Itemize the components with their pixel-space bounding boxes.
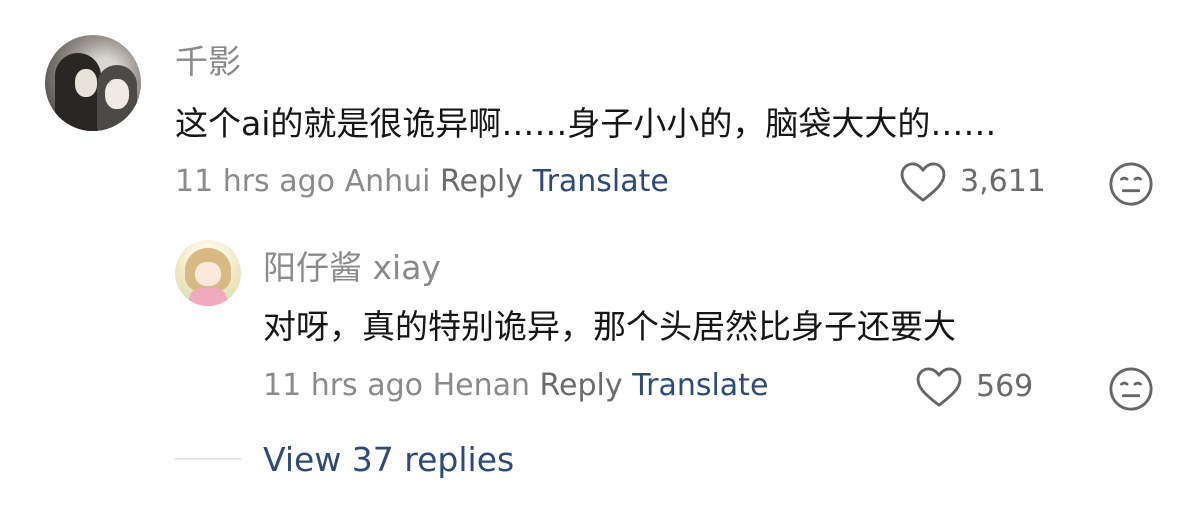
like-count: 3,611 bbox=[960, 164, 1046, 199]
avatar-face bbox=[195, 262, 221, 286]
avatar[interactable] bbox=[45, 35, 141, 131]
comment-time: 11 hrs ago bbox=[175, 164, 336, 199]
smiley-face-icon[interactable] bbox=[1108, 366, 1154, 412]
divider bbox=[175, 458, 241, 460]
reply-username[interactable]: 阳仔酱 xiay bbox=[263, 248, 441, 288]
avatar-face bbox=[105, 79, 129, 109]
heart-outline-icon bbox=[900, 162, 946, 202]
translate-button[interactable]: Translate bbox=[632, 368, 768, 403]
reply-button[interactable]: Reply bbox=[440, 164, 523, 199]
reply-button[interactable]: Reply bbox=[540, 368, 623, 403]
heart-outline-icon bbox=[916, 367, 962, 407]
like-button[interactable]: 569 bbox=[916, 367, 1033, 407]
avatar-face bbox=[75, 69, 97, 97]
comment-location: Anhui bbox=[344, 164, 431, 199]
like-button[interactable]: 3,611 bbox=[900, 162, 1046, 202]
comment-text: 这个ai的就是很诡异啊……身子小小的，脑袋大大的…… bbox=[175, 104, 997, 143]
avatar[interactable] bbox=[175, 240, 241, 306]
smiley-face-icon[interactable] bbox=[1108, 161, 1154, 207]
view-replies-link[interactable]: View 37 replies bbox=[263, 440, 514, 480]
reply-location: Henan bbox=[432, 368, 530, 403]
reply-meta: 11 hrs ago Henan Reply Translate bbox=[263, 368, 768, 404]
comment-meta: 11 hrs ago Anhui Reply Translate bbox=[175, 164, 669, 200]
reply-time: 11 hrs ago bbox=[263, 368, 424, 403]
like-count: 569 bbox=[976, 369, 1034, 404]
avatar-shirt bbox=[189, 288, 227, 306]
comment-username[interactable]: 千影 bbox=[175, 42, 241, 82]
translate-button[interactable]: Translate bbox=[533, 164, 669, 199]
reply-text: 对呀，真的特别诡异，那个头居然比身子还要大 bbox=[263, 307, 956, 346]
